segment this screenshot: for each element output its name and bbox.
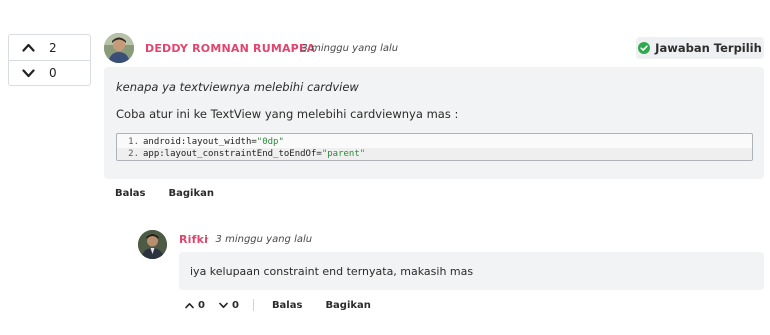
chevron-up-icon xyxy=(21,41,35,55)
reply-button[interactable]: Balas xyxy=(115,188,146,199)
upvote-count: 2 xyxy=(49,40,57,55)
answer-body: kenapa ya textviewnya melebihi cardview … xyxy=(104,67,764,179)
reply-text: iya kelupaan constraint end ternyata, ma… xyxy=(190,265,474,278)
code-value: "parent" xyxy=(321,149,366,159)
code-attribute: app:layout_constraintEnd_toEndOf= xyxy=(143,149,322,159)
code-block: 1. android:layout_width= "0dp" 2. app:lay… xyxy=(116,133,753,161)
reply-author[interactable]: Rifki xyxy=(179,233,208,246)
reply-share-button[interactable]: Bagikan xyxy=(325,300,370,311)
downvote-count: 0 xyxy=(49,66,57,80)
answer-time: 3 minggu yang lalu xyxy=(301,43,399,54)
reply-downvote-button[interactable]: 0 xyxy=(219,300,239,311)
check-circle-icon xyxy=(638,42,651,54)
meta-separator: · xyxy=(206,234,210,245)
chevron-down-icon xyxy=(219,302,228,308)
chevron-up-icon xyxy=(185,302,194,308)
line-number: 1. xyxy=(128,137,139,147)
answer-quote: kenapa ya textviewnya melebihi cardview xyxy=(116,80,359,94)
reply-upvote-button[interactable]: 0 xyxy=(185,300,205,311)
line-number: 2. xyxy=(128,149,139,159)
reply-meta: · 3 minggu yang lalu xyxy=(206,234,312,245)
avatar[interactable] xyxy=(104,33,134,63)
reply-body: iya kelupaan constraint end ternyata, ma… xyxy=(179,252,764,290)
code-line: 1. android:layout_width= "0dp" xyxy=(117,136,752,148)
reply-upvote-count: 0 xyxy=(198,299,205,311)
answer-author[interactable]: DEDDY ROMNAN RUMAPEA xyxy=(145,42,315,55)
code-attribute: android:layout_width= xyxy=(143,137,257,147)
code-line: 2. app:layout_constraintEnd_toEndOf= "par… xyxy=(117,148,752,160)
divider xyxy=(252,299,254,311)
avatar[interactable] xyxy=(138,230,167,259)
chevron-down-icon xyxy=(21,66,35,80)
reply-reply-button[interactable]: Balas xyxy=(272,300,303,311)
share-button[interactable]: Bagikan xyxy=(169,188,214,199)
vote-box: 2 0 xyxy=(8,34,91,86)
accepted-answer-badge: Jawaban Terpilih xyxy=(636,37,764,59)
code-value: "0dp" xyxy=(256,137,284,147)
upvote-button[interactable]: 2 xyxy=(9,35,90,60)
answer-meta: · 3 minggu yang lalu xyxy=(292,43,398,54)
answer-actions: Balas Bagikan xyxy=(115,188,214,199)
downvote-button[interactable]: 0 xyxy=(9,60,90,85)
reply-actions: 0 0 Balas Bagikan xyxy=(185,299,371,311)
badge-label: Jawaban Terpilih xyxy=(655,41,762,55)
meta-separator: · xyxy=(292,43,296,54)
answer-text: Coba atur ini ke TextView yang melebihi … xyxy=(116,107,459,121)
reply-time: 3 minggu yang lalu xyxy=(215,234,313,245)
reply-downvote-count: 0 xyxy=(231,299,239,311)
